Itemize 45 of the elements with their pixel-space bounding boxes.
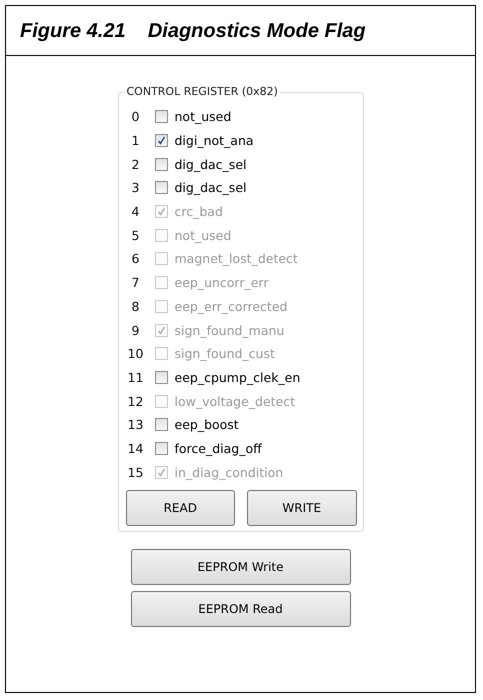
bit-label: dig_dac_sel [174, 180, 246, 196]
bit-number: 5 [130, 228, 140, 243]
bit-label: sign_found_cust [174, 346, 275, 362]
bit-number: 9 [130, 322, 140, 338]
checkbox[interactable] [154, 181, 168, 194]
bit-number: 12 [126, 394, 144, 409]
bit-label: digi_not_ana [174, 133, 254, 148]
checkbox[interactable] [154, 134, 168, 148]
bit-number: 14 [126, 440, 144, 456]
checkbox[interactable] [154, 418, 168, 432]
bit-number: 11 [126, 370, 144, 385]
bit-label: in_diag_condition [174, 464, 284, 480]
bit-number: 4 [130, 204, 140, 220]
bit-label: not_used [174, 109, 232, 124]
bit-label: magnet_lost_detect [174, 251, 298, 266]
bit-label: low_voltage_detect [174, 394, 296, 409]
bit-label: dig_dac_sel [174, 156, 246, 172]
write-button[interactable]: WRITE [247, 490, 356, 526]
bit-label: crc_bad [174, 204, 223, 220]
bit-label: force_diag_off [174, 440, 262, 456]
bit-number: 3 [130, 180, 140, 196]
bit-label: eep_boost [174, 417, 239, 432]
bit-number: 13 [126, 417, 144, 432]
bit-number: 1 [130, 133, 140, 148]
bit-number: 2 [130, 156, 140, 172]
bit-number: 6 [130, 251, 140, 266]
eeprom-write-button[interactable]: EEPROM Write [130, 549, 350, 585]
bit-label: not_used [174, 228, 232, 243]
read-button[interactable]: READ [126, 490, 235, 526]
figure-title: Figure 4.21 Diagnostics Mode Flag [6, 6, 475, 56]
bit-number: 8 [130, 298, 140, 314]
group-title: CONTROL REGISTER (0x82) [124, 85, 280, 98]
bit-label: eep_uncorr_err [174, 275, 268, 290]
bit-number: 10 [126, 346, 144, 362]
checkbox[interactable] [154, 158, 168, 171]
checkbox[interactable] [154, 370, 168, 384]
bit-label: eep_cpump_clek_en [174, 370, 300, 385]
eeprom-read-button[interactable]: EEPROM Read [130, 591, 350, 627]
bit-label: sign_found_manu [174, 322, 284, 338]
bit-number: 15 [126, 464, 144, 480]
bit-number: 7 [130, 275, 140, 290]
checkbox[interactable] [154, 442, 168, 455]
checkbox[interactable] [154, 110, 168, 124]
bit-number: 0 [130, 109, 140, 124]
bit-label: eep_err_corrected [174, 298, 288, 314]
